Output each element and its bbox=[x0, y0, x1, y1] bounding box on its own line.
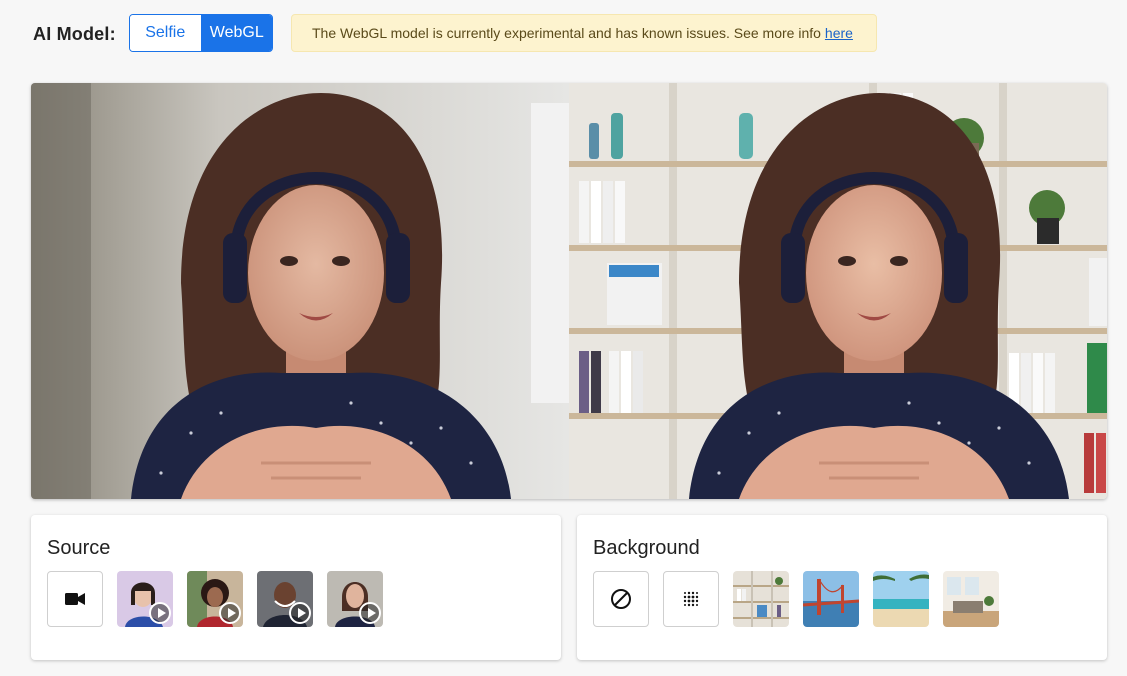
camera-source-button[interactable] bbox=[47, 571, 103, 627]
video-source-2[interactable] bbox=[187, 571, 243, 627]
webgl-model-button[interactable]: WebGL bbox=[201, 15, 272, 51]
golden-gate-bridge-background bbox=[803, 571, 859, 627]
living-room-background-option[interactable] bbox=[943, 571, 999, 627]
play-icon bbox=[359, 602, 381, 624]
beach-background bbox=[873, 571, 929, 627]
source-video-view bbox=[31, 83, 569, 499]
output-video-frame bbox=[569, 83, 1107, 499]
ai-model-toggle: Selfie WebGL bbox=[129, 14, 273, 52]
play-icon bbox=[219, 602, 241, 624]
play-icon bbox=[289, 602, 311, 624]
video-source-3[interactable] bbox=[257, 571, 313, 627]
source-options bbox=[47, 571, 383, 627]
video-output-stage bbox=[31, 83, 1107, 499]
source-title: Source bbox=[47, 537, 111, 559]
top-bar: AI Model: Selfie WebGL The WebGL model i… bbox=[0, 0, 1127, 66]
notice-text: The WebGL model is currently experimenta… bbox=[312, 25, 821, 41]
video-camera-icon bbox=[65, 593, 85, 605]
play-icon bbox=[149, 602, 171, 624]
notice-more-info-link[interactable]: here bbox=[825, 25, 853, 41]
bookshelf-background bbox=[733, 571, 789, 627]
selfie-model-button[interactable]: Selfie bbox=[130, 15, 202, 51]
video-source-4[interactable] bbox=[327, 571, 383, 627]
no-background-button[interactable] bbox=[593, 571, 649, 627]
living-room-background bbox=[943, 571, 999, 627]
bookshelf-background-option[interactable] bbox=[733, 571, 789, 627]
ai-model-label: AI Model: bbox=[33, 24, 116, 44]
no-background-icon bbox=[611, 589, 631, 609]
beach-background-option[interactable] bbox=[873, 571, 929, 627]
output-video-view bbox=[569, 83, 1107, 499]
background-options bbox=[593, 571, 999, 627]
experimental-notice: The WebGL model is currently experimenta… bbox=[291, 14, 877, 52]
video-source-1[interactable] bbox=[117, 571, 173, 627]
background-card: Background bbox=[577, 515, 1107, 660]
bridge-background-option[interactable] bbox=[803, 571, 859, 627]
background-title: Background bbox=[593, 537, 700, 559]
source-card: Source bbox=[31, 515, 561, 660]
blur-icon bbox=[683, 591, 699, 607]
blur-background-button[interactable] bbox=[663, 571, 719, 627]
source-video-frame bbox=[31, 83, 569, 499]
